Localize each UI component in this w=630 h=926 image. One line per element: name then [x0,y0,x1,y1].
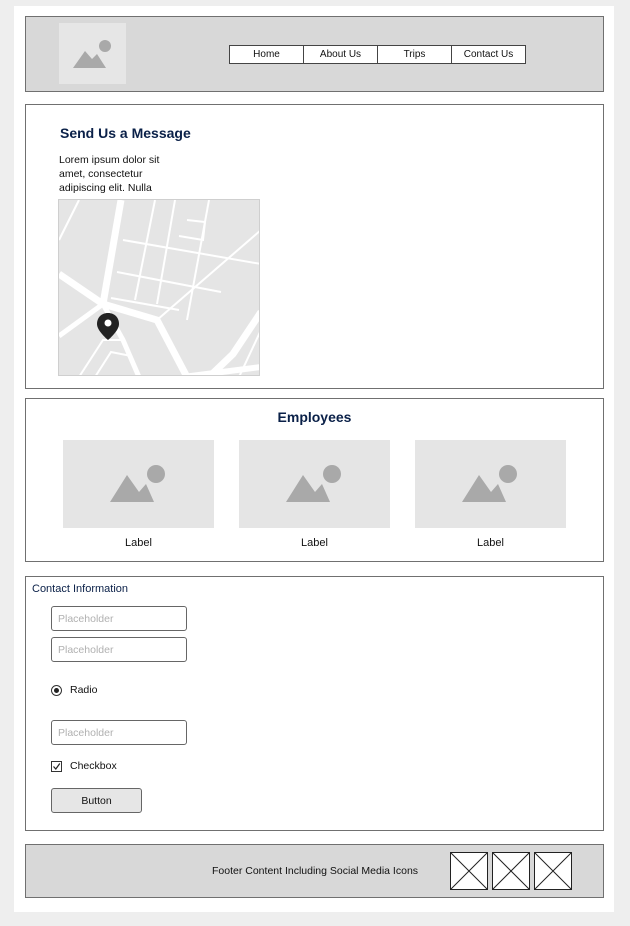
submit-button[interactable]: Button [51,788,142,813]
radio-button[interactable] [51,684,62,696]
employee-card: Label [415,440,566,549]
nav-home-button[interactable]: Home [229,45,304,64]
nav-contact-button[interactable]: Contact Us [451,45,526,64]
employee-image-placeholder-icon [415,440,566,528]
footer-text: Footer Content Including Social Media Ic… [212,865,419,877]
message-section: Send Us a Message Lorem ipsum dolor sit … [25,104,604,389]
checkmark-icon [53,762,61,770]
employee-card: Label [239,440,390,549]
message-title: Send Us a Message [60,125,191,141]
employee-image-placeholder-icon [63,440,214,528]
social-placeholder-icon[interactable] [492,852,530,890]
social-placeholder-icon[interactable] [534,852,572,890]
employee-label: Label [301,537,328,549]
contact-form: Contact Information Radio Checkbox Butto… [25,576,604,831]
employees-title: Employees [277,409,352,425]
page: Home About Us Trips Contact Us Send Us a… [14,6,614,912]
contact-input-2[interactable] [51,637,187,662]
checkbox-label: Checkbox [70,760,117,772]
main-nav: Home About Us Trips Contact Us [229,45,526,64]
nav-about-button[interactable]: About Us [303,45,378,64]
employee-label: Label [477,537,504,549]
checkbox[interactable] [51,760,62,772]
employee-label: Label [125,537,152,549]
logo-image-placeholder-icon [59,23,126,84]
employee-image-placeholder-icon [239,440,390,528]
radio-option[interactable]: Radio [51,684,97,696]
nav-trips-button[interactable]: Trips [377,45,452,64]
employee-card: Label [63,440,214,549]
site-footer: Footer Content Including Social Media Ic… [25,844,604,898]
contact-input-3[interactable] [51,720,187,745]
employees-section: Employees Label Label Label [25,398,604,562]
site-header: Home About Us Trips Contact Us [25,16,604,92]
message-text: Lorem ipsum dolor sit amet, consectetur … [59,154,160,194]
radio-label: Radio [70,684,98,696]
social-placeholder-icon[interactable] [450,852,488,890]
contact-input-1[interactable] [51,606,187,631]
map[interactable] [58,199,260,376]
map-graphic [59,200,259,375]
checkbox-option[interactable]: Checkbox [51,760,117,772]
contact-title: Contact Information [32,583,128,595]
